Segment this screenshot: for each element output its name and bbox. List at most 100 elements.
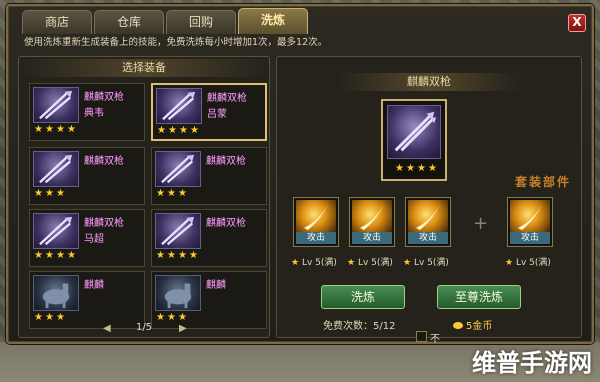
star-icon: ★ xyxy=(505,258,514,268)
twin-spear-icon xyxy=(156,88,202,124)
star-icon: ★ xyxy=(45,188,54,199)
part-level-text: Lv 5(满) xyxy=(515,258,551,268)
star-icon: ★ xyxy=(428,163,437,174)
item-name: 麒麟 xyxy=(84,280,104,291)
part-level-text: Lv 5(满) xyxy=(413,258,449,268)
blade-icon xyxy=(510,200,550,232)
refine-hint-text: 使用洗炼重新生成装备上的技能，免费洗炼每小时增加1次，最多12次。 xyxy=(24,37,328,48)
part-level: ★ Lv 5(满) xyxy=(347,255,393,268)
star-icon: ★ xyxy=(34,250,43,261)
star-icon: ★ xyxy=(179,125,188,136)
item-name: 麒麟双枪 xyxy=(84,92,124,103)
star-icon: ★ xyxy=(45,250,54,261)
tab-refine[interactable]: 洗炼 xyxy=(238,8,308,34)
blade-icon xyxy=(408,200,448,232)
page-indicator: 1/5 xyxy=(135,322,153,333)
set-part-slot[interactable]: 攻击 xyxy=(507,197,553,247)
star-icon: ★ xyxy=(67,250,76,261)
option-checkbox[interactable] xyxy=(416,331,427,342)
item-owner: 吕蒙 xyxy=(207,109,227,120)
set-part-slot[interactable]: 攻击 xyxy=(293,197,339,247)
item-stars: ★ ★ ★ ★ xyxy=(34,125,77,135)
star-icon: ★ xyxy=(56,188,65,199)
part-level: ★ Lv 5(满) xyxy=(291,255,337,268)
star-icon: ★ xyxy=(45,124,54,135)
next-page-button[interactable]: ▶ xyxy=(179,323,187,334)
twin-spear-icon xyxy=(33,87,79,123)
equipment-card[interactable]: ★ ★ ★ 麒麟双枪 xyxy=(151,147,267,205)
equipment-select-title: 选择装备 xyxy=(19,59,269,77)
close-button[interactable]: X xyxy=(568,14,586,32)
item-stars: ★ ★ ★ ★ xyxy=(157,126,200,136)
star-icon: ★ xyxy=(56,124,65,135)
option-label: 不 xyxy=(430,334,440,345)
star-icon: ★ xyxy=(291,258,300,268)
item-name: 麒麟 xyxy=(206,280,226,291)
item-name: 麒麟双枪 xyxy=(84,156,124,167)
tab-bar: 商店 仓库 回购 洗炼 xyxy=(22,8,308,34)
twin-spear-icon xyxy=(33,151,79,187)
supreme-refine-button[interactable]: 至尊洗炼 xyxy=(437,285,521,309)
set-part-slot[interactable]: 攻击 xyxy=(349,197,395,247)
selected-weapon-slot: ★ ★ ★ ★ xyxy=(381,99,447,181)
blade-icon xyxy=(352,200,392,232)
equipment-card[interactable]: ★ ★ ★ ★ 麒麟双枪 吕蒙 xyxy=(151,83,267,141)
star-icon: ★ xyxy=(178,188,187,199)
set-parts-label: 套装部件 xyxy=(514,175,571,189)
refine-detail-panel: 麒麟双枪 ★ ★ ★ ★ 套装部件 攻击 ★ Lv 5(满) 攻击 ★ Lv 5(满) 攻击 ★… xyxy=(276,56,582,338)
star-icon: ★ xyxy=(157,125,166,136)
blade-icon xyxy=(296,200,336,232)
star-icon: ★ xyxy=(167,250,176,261)
part-attr-label: 攻击 xyxy=(296,232,336,244)
star-icon: ★ xyxy=(67,124,76,135)
plus-icon: + xyxy=(473,213,489,234)
refine-button[interactable]: 洗炼 xyxy=(321,285,405,309)
equipment-select-panel: 选择装备 ★ ★ ★ ★ 麒麟双枪 典韦 ★ ★ ★ ★ 麒麟双枪 吕蒙 ★ ★ ★ 麒麟双枪 ★ ★ ★ 麒麟双枪 ★… xyxy=(18,56,270,338)
part-attr-label: 攻击 xyxy=(510,232,550,244)
item-name: 麒麟双枪 xyxy=(84,218,124,229)
option-row: 不 xyxy=(416,330,456,345)
item-name: 麒麟双枪 xyxy=(206,156,246,167)
twin-spear-icon xyxy=(155,213,201,249)
equipment-card[interactable]: ★ ★ ★ 麒麟双枪 xyxy=(29,147,145,205)
equipment-card[interactable]: ★ ★ ★ ★ 麒麟双枪 马超 xyxy=(29,209,145,267)
set-part-slot[interactable]: 攻击 xyxy=(405,197,451,247)
gold-coin-icon xyxy=(453,322,463,329)
star-icon: ★ xyxy=(189,250,198,261)
equipment-card[interactable]: ★ ★ ★ ★ 麒麟双枪 典韦 xyxy=(29,83,145,141)
twin-spear-icon xyxy=(155,151,201,187)
star-icon: ★ xyxy=(178,250,187,261)
part-level-text: Lv 5(满) xyxy=(357,258,393,268)
twin-spear-icon xyxy=(33,213,79,249)
item-stars: ★ ★ ★ xyxy=(34,189,66,199)
star-icon: ★ xyxy=(167,188,176,199)
item-owner: 典韦 xyxy=(84,108,104,119)
star-icon: ★ xyxy=(406,163,415,174)
star-icon: ★ xyxy=(347,258,356,268)
star-icon: ★ xyxy=(34,124,43,135)
star-icon: ★ xyxy=(190,125,199,136)
item-name: 麒麟双枪 xyxy=(206,218,246,229)
site-watermark: 维普手游网 xyxy=(472,349,592,377)
star-icon: ★ xyxy=(417,163,426,174)
gold-cost: 5金币 xyxy=(453,317,492,332)
star-icon: ★ xyxy=(156,188,165,199)
star-icon: ★ xyxy=(403,258,412,268)
twin-spear-icon xyxy=(387,105,441,159)
item-stars: ★ ★ ★ ★ xyxy=(34,251,77,261)
part-level-text: Lv 5(满) xyxy=(301,258,337,268)
free-refine-count: 免费次数：5/12 xyxy=(323,321,396,332)
part-attr-label: 攻击 xyxy=(352,232,392,244)
tab-shop[interactable]: 商店 xyxy=(22,10,92,34)
equipment-card[interactable]: ★ ★ ★ ★ 麒麟双枪 xyxy=(151,209,267,267)
item-stars: ★ ★ ★ ★ xyxy=(156,251,199,261)
selected-weapon-title: 麒麟双枪 xyxy=(337,73,521,91)
tab-buyback[interactable]: 回购 xyxy=(166,10,236,34)
tab-warehouse[interactable]: 仓库 xyxy=(94,10,164,34)
selected-weapon-stars: ★ ★ ★ ★ xyxy=(395,164,438,174)
star-icon: ★ xyxy=(395,163,404,174)
item-stars: ★ ★ ★ xyxy=(156,189,188,199)
star-icon: ★ xyxy=(168,125,177,136)
star-icon: ★ xyxy=(34,188,43,199)
star-icon: ★ xyxy=(56,250,65,261)
